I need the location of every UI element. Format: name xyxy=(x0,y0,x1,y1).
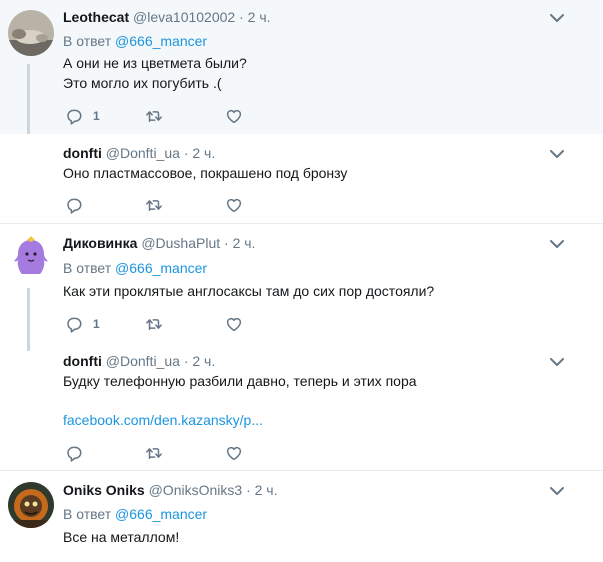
reply-button[interactable] xyxy=(65,195,83,215)
timestamp[interactable]: 2 ч. xyxy=(192,145,215,161)
reply-icon xyxy=(65,107,83,125)
tweet-text-line: Все на металлом! xyxy=(63,529,180,545)
reply-label: В ответ xyxy=(63,33,112,49)
reply-count: 1 xyxy=(93,109,100,123)
tweet-header: donfti @Donfti_ua · 2 ч. xyxy=(63,352,215,370)
reply-context: В ответ @666_mancer xyxy=(63,32,207,50)
reply-icon xyxy=(65,196,83,214)
display-name[interactable]: donfti xyxy=(63,145,102,161)
timestamp[interactable]: 2 ч. xyxy=(192,353,215,369)
tweet-text-line: Оно пластмассовое, покрашено под бронзу xyxy=(63,165,348,181)
separator-dot: · xyxy=(183,353,189,369)
chevron-down-icon[interactable] xyxy=(547,353,567,371)
tweet-donfti[interactable]: donfti @Donfti_ua · 2 ч. Оно пластмассов… xyxy=(0,134,603,223)
timestamp[interactable]: 2 ч. xyxy=(233,235,256,251)
retweet-button[interactable] xyxy=(145,106,163,126)
reply-icon xyxy=(65,444,83,462)
retweet-button[interactable] xyxy=(145,314,163,334)
display-name[interactable]: Диковинка xyxy=(63,235,137,251)
reply-icon xyxy=(65,315,83,333)
reply-button[interactable]: 1 xyxy=(65,314,100,334)
reply-context: В ответ @666_mancer xyxy=(63,505,207,523)
tweet-text-line: Будку телефонную разбили давно, теперь и… xyxy=(63,373,417,389)
user-handle[interactable]: @OniksOniks3 xyxy=(149,482,243,498)
retweet-button[interactable] xyxy=(145,195,163,215)
user-handle[interactable]: @Donfti_ua xyxy=(106,145,180,161)
chevron-down-icon[interactable] xyxy=(547,482,567,500)
tweet-text: А они не из цветмета были? Это могло их … xyxy=(63,53,247,93)
tweet-actions: 1 xyxy=(63,106,303,126)
tweet-actions: 1 xyxy=(63,314,303,334)
tweet-dikovinka[interactable]: Диковинка @DushaPlut · 2 ч. В ответ @666… xyxy=(0,224,603,351)
chevron-down-icon[interactable] xyxy=(547,235,567,253)
reply-mention[interactable]: @666_mancer xyxy=(115,260,207,276)
tweet-header: donfti @Donfti_ua · 2 ч. xyxy=(63,144,215,162)
reply-button[interactable] xyxy=(65,443,83,463)
reply-label: В ответ xyxy=(63,506,112,522)
retweet-icon xyxy=(145,315,163,333)
tweet-text: Оно пластмассовое, покрашено под бронзу xyxy=(63,163,347,183)
timestamp[interactable]: 2 ч. xyxy=(248,9,271,25)
tweet-header: Oniks Oniks @OniksOniks3 · 2 ч. xyxy=(63,481,277,499)
reply-label: В ответ xyxy=(63,260,112,276)
separator-dot: · xyxy=(246,482,251,498)
retweet-button[interactable] xyxy=(145,443,163,463)
like-button[interactable] xyxy=(225,195,243,215)
reply-button[interactable]: 1 xyxy=(65,106,100,126)
tweet-actions xyxy=(63,195,303,215)
like-button[interactable] xyxy=(225,443,243,463)
chevron-down-icon[interactable] xyxy=(547,9,567,27)
tweet-text: Все на металлом! xyxy=(63,527,179,547)
retweet-icon xyxy=(145,196,163,214)
chevron-down-icon[interactable] xyxy=(547,145,567,163)
tweet-text-line: А они не из цветмета были? xyxy=(63,55,247,71)
retweet-icon xyxy=(145,444,163,462)
separator-dot: · xyxy=(183,145,189,161)
display-name[interactable]: Leothecat xyxy=(63,9,129,25)
tweet-text-line: Это могло их погубить .( xyxy=(63,75,222,91)
tweet-actions xyxy=(63,443,303,463)
tweet-text-line: Как эти проклятые англосаксы там до сих … xyxy=(63,283,435,299)
avatar[interactable] xyxy=(8,482,54,528)
avatar[interactable] xyxy=(8,234,54,280)
tweet-oniks[interactable]: Oniks Oniks @OniksOniks3 · 2 ч. В ответ … xyxy=(0,471,603,562)
like-icon xyxy=(225,315,243,333)
display-name[interactable]: donfti xyxy=(63,353,102,369)
reply-context: В ответ @666_mancer xyxy=(63,259,207,277)
user-handle[interactable]: @Donfti_ua xyxy=(106,353,180,369)
user-handle[interactable]: @DushaPlut xyxy=(141,235,220,251)
tweet-header: Leothecat @leva10102002 · 2 ч. xyxy=(63,8,271,26)
reply-mention[interactable]: @666_mancer xyxy=(115,33,207,49)
tweet-leothecat[interactable]: Leothecat @leva10102002 · 2 ч. В ответ @… xyxy=(0,0,603,134)
tweet-text: Будку телефонную разбили давно, теперь и… xyxy=(63,371,417,391)
separator-dot: · xyxy=(224,235,229,251)
like-button[interactable] xyxy=(225,106,243,126)
thread-line xyxy=(27,64,30,134)
reply-count: 1 xyxy=(93,317,100,331)
timestamp[interactable]: 2 ч. xyxy=(255,482,278,498)
reply-mention[interactable]: @666_mancer xyxy=(115,506,207,522)
like-icon xyxy=(225,444,243,462)
avatar[interactable] xyxy=(8,10,54,56)
tweet-donfti-2[interactable]: donfti @Donfti_ua · 2 ч. Будку телефонну… xyxy=(0,342,603,470)
like-button[interactable] xyxy=(225,314,243,334)
separator-dot: · xyxy=(239,9,244,25)
tweet-header: Диковинка @DushaPlut · 2 ч. xyxy=(63,234,255,252)
user-handle[interactable]: @leva10102002 xyxy=(133,9,235,25)
like-icon xyxy=(225,196,243,214)
tweet-text: Как эти проклятые англосаксы там до сих … xyxy=(63,281,434,301)
retweet-icon xyxy=(145,107,163,125)
display-name[interactable]: Oniks Oniks xyxy=(63,482,145,498)
like-icon xyxy=(225,107,243,125)
tweet-link[interactable]: facebook.com/den.kazansky/p... xyxy=(63,410,263,430)
